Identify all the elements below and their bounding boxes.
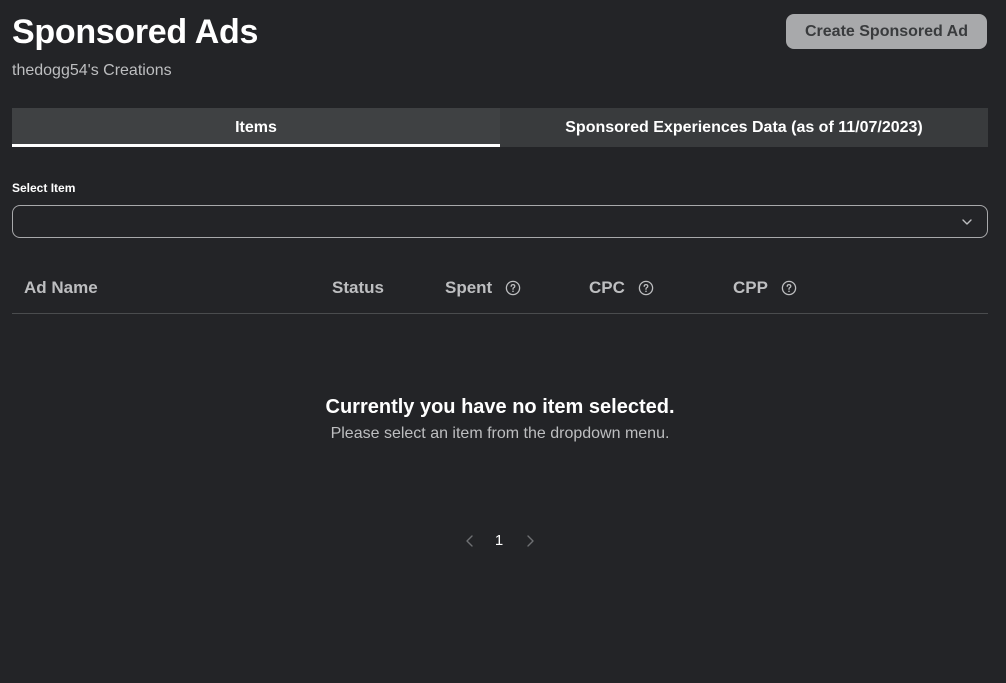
empty-state-title: Currently you have no item selected. [325, 396, 675, 418]
column-spent-label: Spent [445, 278, 493, 297]
tab-sponsored-experiences-data[interactable]: Sponsored Experiences Data (as of 11/07/… [500, 108, 988, 147]
help-icon[interactable] [638, 280, 654, 296]
creator-subtitle: thedogg54's Creations [12, 62, 172, 79]
page-title: Sponsored Ads [12, 13, 259, 51]
chevron-right-icon[interactable] [523, 534, 537, 548]
column-ad-name-label: Ad Name [24, 278, 98, 297]
chevron-left-icon[interactable] [463, 534, 477, 548]
select-item-dropdown[interactable] [12, 205, 988, 238]
column-cpc-label: CPC [589, 278, 625, 297]
column-status-label: Status [332, 278, 384, 297]
column-cpc: CPC [589, 278, 654, 298]
chevron-down-icon [962, 219, 972, 225]
current-page-number: 1 [494, 532, 504, 549]
empty-state-message: Please select an item from the dropdown … [330, 425, 670, 442]
pagination: 1 [460, 530, 540, 552]
column-status: Status [332, 278, 384, 298]
column-cpp: CPP [733, 278, 797, 298]
tab-items[interactable]: Items [12, 108, 500, 147]
select-item-label: Select Item [12, 181, 76, 195]
help-icon[interactable] [505, 280, 521, 296]
column-spent: Spent [445, 278, 521, 298]
tab-bar: Items Sponsored Experiences Data (as of … [12, 108, 988, 147]
column-cpp-label: CPP [733, 278, 768, 297]
help-icon[interactable] [781, 280, 797, 296]
table-header: Ad Name Status Spent CPC CPP [12, 266, 988, 314]
create-sponsored-ad-button[interactable]: Create Sponsored Ad [786, 14, 987, 49]
column-ad-name: Ad Name [24, 278, 98, 298]
